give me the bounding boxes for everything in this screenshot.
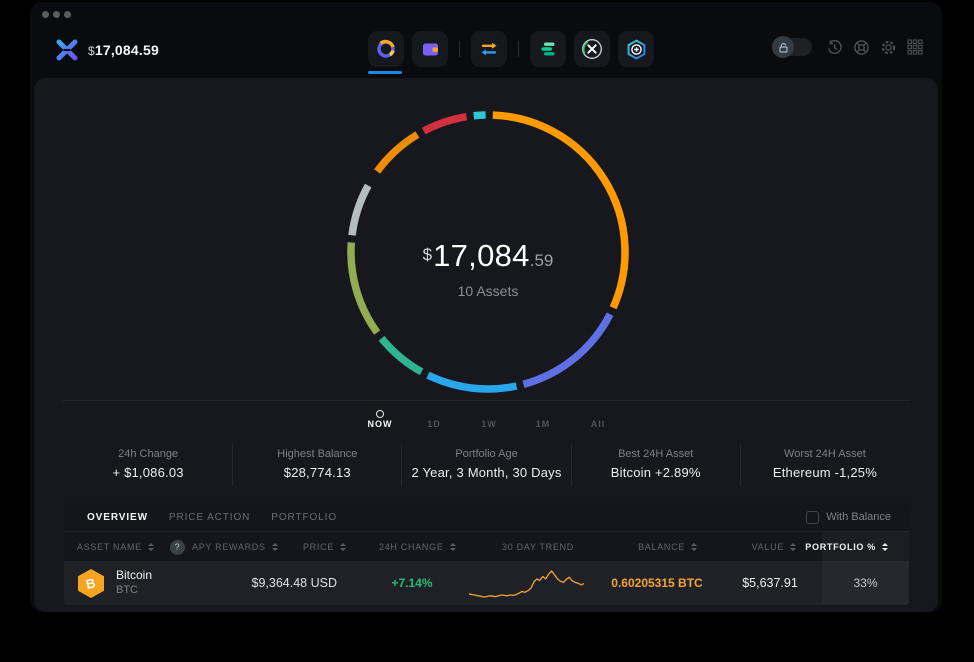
column-apy-rewards[interactable]: ? APY REWARDS (170, 532, 278, 562)
column-24h-change[interactable]: 24H CHANGE (379, 532, 456, 562)
timeline-option-all[interactable]: All (591, 419, 606, 429)
stat-24h-change: 24h Change + $1,086.03 (112, 448, 184, 480)
exodus-logo-icon (56, 39, 78, 61)
trend-sparkline (469, 570, 584, 598)
with-balance-filter[interactable]: With Balance (806, 503, 891, 531)
change-cell: +7.14% (391, 576, 433, 590)
nav-compound-app-button[interactable] (530, 31, 566, 67)
stat-highest-balance: Highest Balance $28,774.13 (232, 444, 401, 486)
value-cell: $5,637.91 (742, 576, 798, 590)
asset-count: 10 Assets (457, 283, 519, 299)
sort-icon[interactable] (790, 543, 796, 551)
nav-exodus-x-app-button[interactable] (574, 31, 610, 67)
column-asset-name[interactable]: ASSET NAME (77, 532, 154, 562)
portfolio-donut-icon (377, 39, 395, 58)
app-window: $17,084.59 $17,084.59 10 Assets NOW 1D 1… (30, 2, 942, 612)
timeline-option-1m[interactable]: 1M (536, 419, 551, 429)
timeline-now-marker (376, 410, 384, 418)
column-value[interactable]: VALUE (719, 532, 796, 562)
help-icon[interactable]: ? (170, 539, 185, 555)
gear-icon (881, 40, 895, 54)
column-30-day-trend: 30 DAY TREND (502, 542, 574, 552)
donut-segment-asset-red (421, 112, 468, 135)
wallet-icon (422, 43, 438, 55)
assets-table: OVERVIEW PRICE ACTION PORTFOLIO With Bal… (64, 503, 909, 605)
asset-name-cell: Bitcoin BTC (116, 568, 153, 596)
column-balance[interactable]: BALANCE (609, 532, 697, 562)
exodus-x-app-icon (582, 39, 602, 59)
portfolio-panel: $17,084.59 10 Assets NOW 1D 1W 1M All 24… (34, 78, 938, 612)
nav-exchange-button[interactable] (471, 31, 507, 67)
column-portfolio-pct[interactable]: PORTFOLIO % (805, 532, 888, 562)
nav-divider (459, 41, 460, 57)
column-price[interactable]: PRICE (264, 532, 346, 562)
lock-toggle-knob (772, 36, 794, 58)
stat-portfolio-age: Portfolio Age 2 Year, 3 Month, 30 Days (401, 444, 570, 486)
tab-portfolio[interactable]: PORTFOLIO (271, 512, 337, 523)
timeline-divider (62, 400, 910, 401)
main-nav (368, 31, 654, 67)
stats-row: 24h Change + $1,086.03 Highest Balance $… (64, 444, 909, 486)
donut-segment-asset-skyblue (426, 371, 518, 393)
window-controls (42, 11, 71, 18)
table-header: ASSET NAME ? APY REWARDS PRICE 24H CHANG… (64, 531, 909, 561)
privacy-lock-toggle[interactable] (772, 36, 812, 58)
total-balance: $17,084.59 (88, 42, 159, 58)
history-button[interactable] (825, 38, 843, 56)
total-value: $17,084.59 (422, 238, 554, 273)
sort-icon[interactable] (147, 543, 154, 551)
exchange-arrows-icon (481, 42, 497, 56)
add-app-hexagon-icon (627, 38, 645, 60)
sort-icon[interactable] (882, 543, 888, 551)
brand: $17,084.59 (54, 37, 159, 63)
tab-price-action[interactable]: PRICE ACTION (169, 512, 250, 523)
support-button[interactable] (852, 38, 870, 56)
table-row-bitcoin[interactable]: B Bitcoin BTC $9,364.48 USD +7.14% 0.602… (64, 561, 909, 605)
sort-icon[interactable] (340, 543, 346, 551)
donut-segment-asset-indigo (522, 312, 614, 388)
header-bar: $17,084.59 (30, 24, 942, 78)
nav-add-app-button[interactable] (618, 31, 654, 67)
nav-portfolio-button[interactable] (368, 31, 404, 67)
sort-icon[interactable] (449, 543, 456, 551)
price-cell: $9,364.48 USD (251, 576, 337, 590)
donut-segment-asset-darkorange (374, 131, 420, 174)
lock-icon (778, 42, 788, 53)
nav-divider (518, 41, 519, 57)
history-icon (827, 39, 842, 54)
apps-grid-button[interactable] (906, 38, 924, 56)
portfolio-pct-cell: 33% (853, 576, 878, 590)
with-balance-label: With Balance (826, 511, 891, 523)
nav-wallet-button[interactable] (412, 31, 448, 67)
bitcoin-icon: B (78, 569, 104, 598)
header-actions (772, 36, 924, 58)
life-buoy-icon (853, 39, 869, 55)
compound-app-icon (541, 42, 555, 56)
donut-center-summary: $17,084.59 10 Assets (343, 238, 633, 299)
stat-worst-asset: Worst 24H Asset Ethereum -1,25% (739, 444, 909, 486)
with-balance-checkbox[interactable] (806, 510, 820, 524)
table-tabbar: OVERVIEW PRICE ACTION PORTFOLIO With Bal… (64, 503, 909, 531)
currency-symbol: $ (88, 44, 95, 58)
tab-overview[interactable]: OVERVIEW (87, 512, 148, 523)
timeline-option-1d[interactable]: 1D (427, 419, 441, 429)
sort-icon[interactable] (691, 543, 697, 551)
donut-segment-asset-cyan (473, 111, 486, 120)
nav-active-indicator (368, 71, 402, 74)
window-minimize-button[interactable] (53, 11, 60, 18)
timeline-option-now[interactable]: NOW (368, 419, 393, 429)
timeline-option-1w[interactable]: 1W (481, 419, 497, 429)
grid-icon (907, 39, 923, 55)
donut-segment-asset-seagreen (378, 335, 424, 376)
window-close-button[interactable] (42, 11, 49, 18)
window-zoom-button[interactable] (64, 11, 71, 18)
balance-cell: 0.60205315 BTC (611, 576, 703, 590)
donut-segment-asset-silver (348, 183, 372, 236)
stat-best-asset: Best 24H Asset Bitcoin +2.89% (570, 444, 740, 486)
settings-button[interactable] (879, 38, 897, 56)
